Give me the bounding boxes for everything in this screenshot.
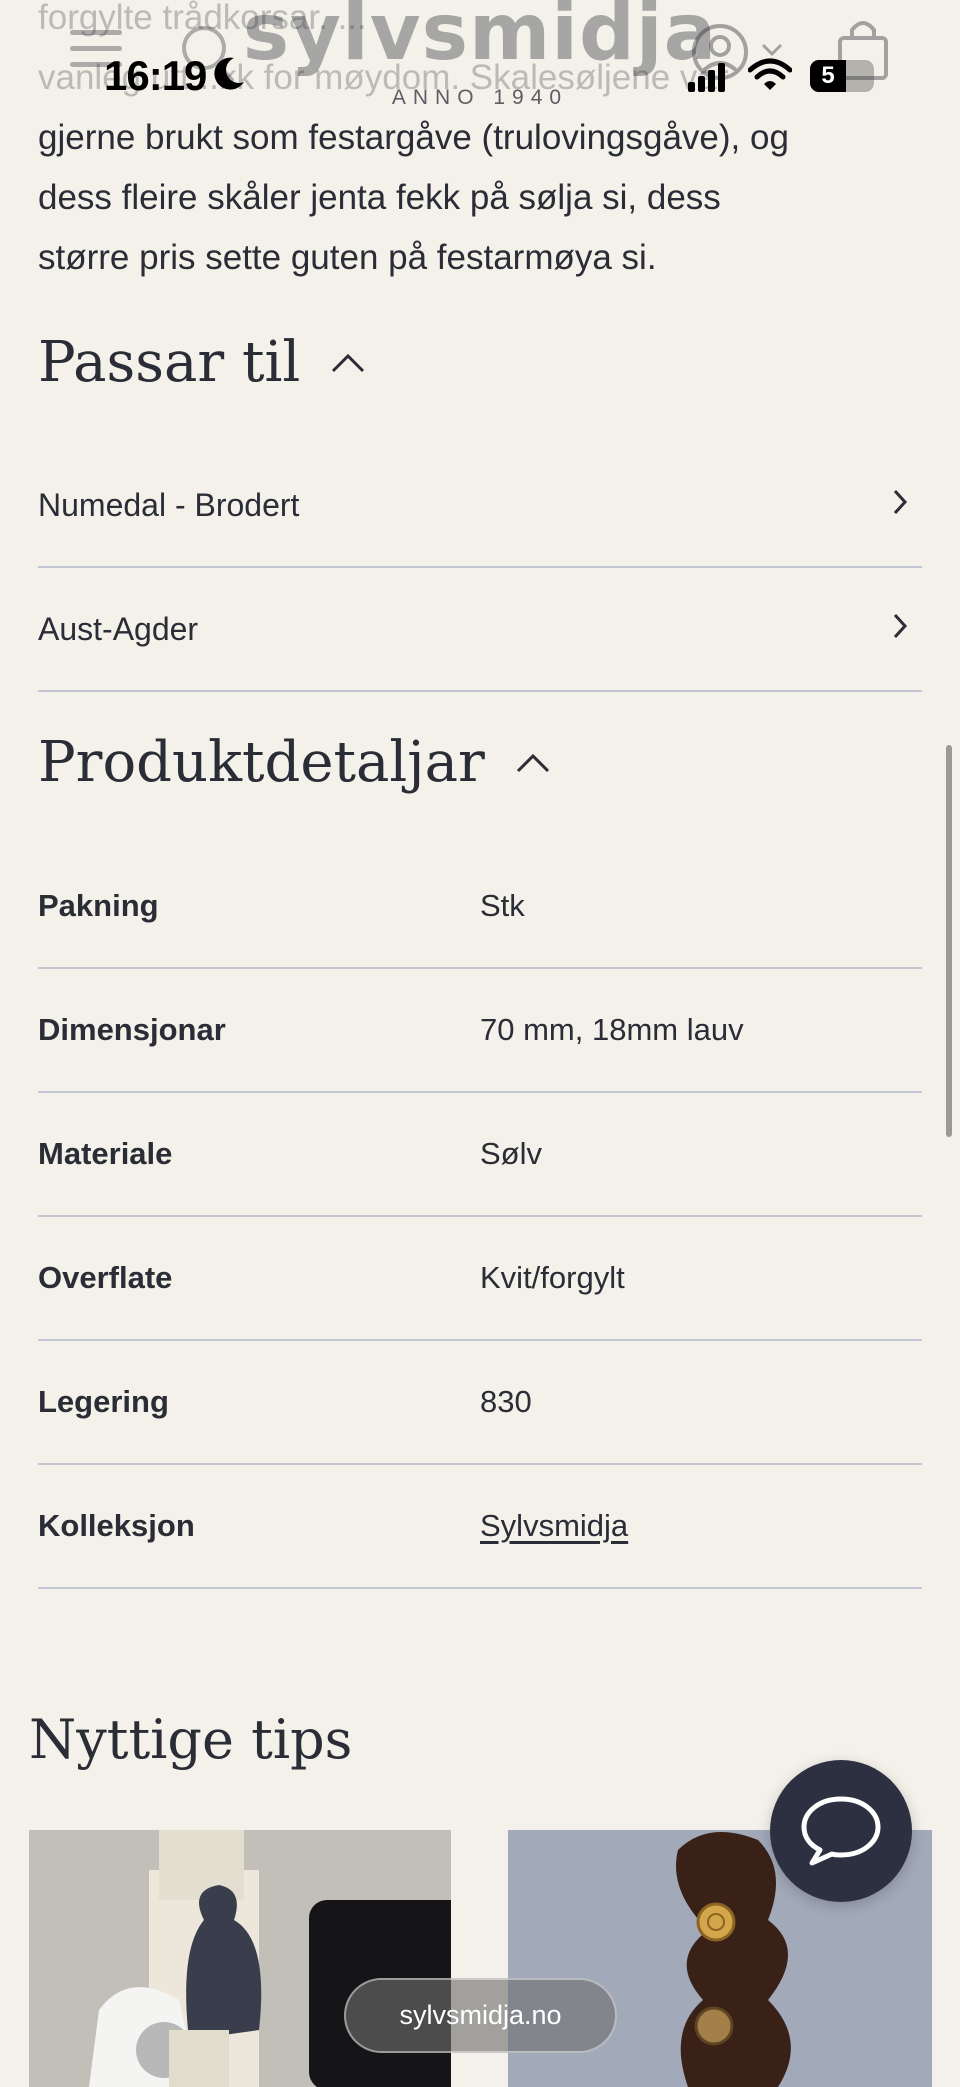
detail-value: 830 [480, 1384, 532, 1419]
detail-value: Sølv [480, 1136, 542, 1171]
detail-row-materiale: Materiale Sølv [38, 1093, 922, 1217]
battery-indicator: 5 [810, 60, 874, 92]
detail-key: Pakning [38, 888, 159, 923]
produktdetaljar-toggle[interactable]: Produktdetaljar [38, 730, 551, 795]
detail-key: Legering [38, 1384, 169, 1419]
tips-title: Nyttige tips [29, 1708, 353, 1771]
detail-row-overflate: Overflate Kvit/forgylt [38, 1217, 922, 1341]
fits-item-numedal[interactable]: Numedal - Brodert [38, 444, 922, 568]
chevron-down-icon[interactable] [760, 42, 784, 58]
detail-row-dimensjonar: Dimensjonar 70 mm, 18mm lauv [38, 969, 922, 1093]
detail-row-kolleksjon: Kolleksjon Sylvsmidja [38, 1465, 922, 1589]
site-header: sylvsmidja ANNO 1940 16:19 5 [0, 0, 960, 110]
passar-til-toggle[interactable]: Passar til [38, 330, 366, 395]
detail-row-pakning: Pakning Stk [38, 845, 922, 969]
description-line: større pris sette guten på festarmøya si… [38, 238, 657, 277]
detail-key: Overflate [38, 1260, 173, 1295]
description-line: dess fleire skåler jenta fekk på sølja s… [38, 178, 721, 217]
chevron-up-icon [332, 353, 365, 372]
detail-value: Kvit/forgylt [480, 1260, 625, 1295]
detail-row-legering: Legering 830 [38, 1341, 922, 1465]
status-time: 16:19 [104, 52, 207, 99]
detail-value: 70 mm, 18mm lauv [480, 1012, 744, 1047]
chat-icon [801, 1796, 881, 1866]
wifi-icon [748, 58, 792, 90]
fits-item-aust-agder[interactable]: Aust-Agder [38, 568, 922, 692]
section-title: Produktdetaljar [38, 730, 485, 795]
battery-level: 5 [810, 60, 846, 92]
description-line: gjerne brukt som festargåve (trulovingsg… [38, 118, 789, 157]
detail-key: Kolleksjon [38, 1508, 195, 1543]
detail-key: Dimensjonar [38, 1012, 226, 1047]
chat-button[interactable] [770, 1760, 912, 1902]
fits-item-label: Numedal - Brodert [38, 486, 300, 523]
chevron-up-icon [516, 753, 549, 772]
detail-key: Materiale [38, 1136, 173, 1171]
cellular-signal-icon [688, 63, 725, 92]
chevron-right-icon [893, 489, 908, 515]
page-scrollbar[interactable] [946, 745, 952, 1137]
section-title: Passar til [38, 330, 301, 395]
focus-moon-icon [214, 57, 244, 90]
chevron-right-icon [893, 613, 908, 639]
browser-url-bar[interactable]: sylvsmidja.no [344, 1978, 617, 2053]
detail-value: Stk [480, 888, 525, 923]
fits-item-label: Aust-Agder [38, 610, 199, 647]
collection-link[interactable]: Sylvsmidja [480, 1508, 628, 1544]
